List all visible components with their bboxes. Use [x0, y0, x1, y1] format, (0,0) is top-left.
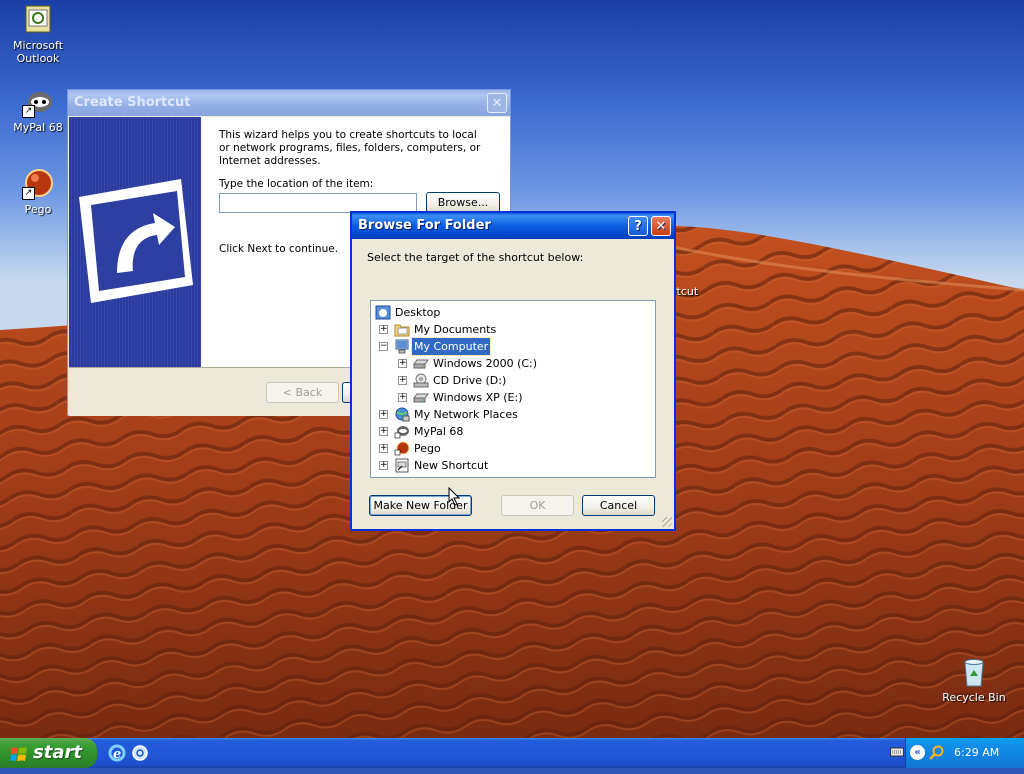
mouse-cursor-icon — [448, 487, 460, 506]
desktop-icon-outlook[interactable]: Microsoft Outlook — [0, 4, 76, 65]
dialog-prompt: Select the target of the shortcut below: — [367, 251, 584, 264]
desktop-icon-label: Pego — [24, 203, 52, 216]
tree-item-pego[interactable]: + Pego — [371, 440, 651, 457]
resize-grip[interactable] — [662, 517, 672, 527]
tree-item-label: Windows XP (E:) — [433, 391, 523, 404]
expand-toggle[interactable]: + — [379, 427, 388, 436]
clock[interactable]: 6:29 AM — [954, 738, 999, 768]
tree-item-label: CD Drive (D:) — [433, 374, 507, 387]
desktop-icon-label: Microsoft Outlook — [12, 39, 64, 65]
tree-item-label: My Documents — [414, 323, 497, 336]
start-label: start — [33, 742, 82, 763]
tree-item-label: My Network Places — [414, 408, 518, 421]
close-icon: ✕ — [491, 96, 503, 111]
windows-logo-icon — [10, 744, 28, 762]
taskbar: start e « 6:29 AM — [0, 738, 1024, 768]
expand-toggle[interactable]: + — [379, 461, 388, 470]
location-input[interactable] — [219, 193, 417, 213]
wizard-side-panel — [69, 117, 201, 367]
svg-text:e: e — [113, 747, 121, 762]
desktop-icon-label: Recycle Bin — [942, 691, 1006, 704]
tree-item-label: Pego — [414, 442, 441, 455]
help-icon: ? — [634, 219, 642, 234]
internet-explorer-icon[interactable]: e — [108, 744, 126, 762]
create-shortcut-titlebar[interactable]: Create Shortcut ✕ — [68, 90, 510, 116]
folder-icon — [394, 322, 410, 337]
browse-for-folder-dialog: Browse For Folder ? ✕ Select the target … — [350, 211, 676, 531]
pego-icon — [394, 441, 410, 456]
shortcut-arrow-icon: ↗ — [22, 187, 35, 200]
outlook-icon — [22, 4, 54, 36]
shortcut-icon — [394, 458, 410, 473]
desktop-icon-recycle-bin[interactable]: Recycle Bin — [936, 656, 1012, 704]
tree-item-my-network-places[interactable]: + My Network Places — [371, 406, 651, 423]
tree-item-windows-xp-e[interactable]: + Windows XP (E:) — [371, 389, 651, 406]
tree-item-label: My Computer — [410, 337, 492, 356]
expand-toggle[interactable]: + — [379, 444, 388, 453]
window-title: Create Shortcut — [74, 95, 191, 110]
desktop-icon-label: MyPal 68 — [13, 121, 63, 134]
expand-toggle[interactable]: + — [379, 410, 388, 419]
tree-item-label: MyPal 68 — [414, 425, 464, 438]
ok-button[interactable]: OK — [501, 495, 574, 516]
expand-toggle[interactable]: + — [398, 359, 407, 368]
back-button[interactable]: < Back — [266, 382, 339, 403]
outlook-express-icon[interactable] — [131, 744, 149, 762]
my-computer-icon — [394, 339, 410, 354]
system-tray: « 6:29 AM — [890, 738, 1024, 768]
tree-item-label: New Shortcut — [414, 459, 489, 472]
browse-dialog-titlebar[interactable]: Browse For Folder ? ✕ — [352, 213, 674, 239]
desktop-icon-pego[interactable]: ↗ Pego — [0, 168, 76, 216]
desktop-icon-mypal[interactable]: ↗ MyPal 68 — [0, 86, 76, 134]
hard-drive-icon — [413, 356, 429, 371]
cd-drive-icon — [413, 373, 429, 388]
collapse-toggle[interactable]: − — [379, 342, 388, 351]
tree-item-desktop[interactable]: Desktop — [371, 304, 651, 321]
dialog-title: Browse For Folder — [358, 218, 491, 233]
location-label: Type the location of the item: — [219, 178, 374, 190]
browse-button[interactable]: Browse... — [426, 192, 500, 213]
shortcut-arrow-icon: ↗ — [22, 105, 35, 118]
tree-item-label: Windows 2000 (C:) — [433, 357, 538, 370]
tree-item-windows-2000-c[interactable]: + Windows 2000 (C:) — [371, 355, 651, 372]
recycle-bin-icon — [958, 656, 990, 688]
tree-item-new-shortcut[interactable]: + New Shortcut — [371, 457, 651, 474]
expand-toggle[interactable]: + — [379, 325, 388, 334]
tree-item-my-documents[interactable]: + My Documents — [371, 321, 651, 338]
show-hidden-icons-button[interactable]: « — [910, 745, 925, 760]
expand-toggle[interactable]: + — [398, 376, 407, 385]
expand-toggle[interactable]: + — [398, 393, 407, 402]
close-button[interactable]: ✕ — [651, 216, 671, 236]
tree-item-mypal-68[interactable]: + MyPal 68 — [371, 423, 651, 440]
desktop-icon — [375, 305, 391, 320]
close-button[interactable]: ✕ — [487, 93, 507, 113]
search-icon[interactable] — [929, 745, 944, 760]
keyboard-icon[interactable] — [890, 746, 904, 758]
mypal-icon — [394, 424, 410, 439]
help-button[interactable]: ? — [628, 216, 648, 236]
mypal-icon: ↗ — [22, 86, 54, 118]
wizard-intro-text: This wizard helps you to create shortcut… — [219, 129, 481, 167]
tree-item-cd-drive-d[interactable]: + CD Drive (D:) — [371, 372, 651, 389]
pego-icon: ↗ — [22, 168, 54, 200]
tree-item-my-computer[interactable]: − My Computer — [371, 337, 651, 356]
tree-item-label: Desktop — [395, 306, 441, 319]
hard-drive-icon — [413, 390, 429, 405]
cancel-button[interactable]: Cancel — [582, 495, 655, 516]
folder-tree[interactable]: Desktop + My Documents − My Computer + W… — [370, 300, 656, 478]
start-button[interactable]: start — [0, 738, 97, 768]
close-icon: ✕ — [655, 219, 667, 234]
network-places-icon — [394, 407, 410, 422]
shortcut-wizard-icon — [79, 179, 193, 303]
